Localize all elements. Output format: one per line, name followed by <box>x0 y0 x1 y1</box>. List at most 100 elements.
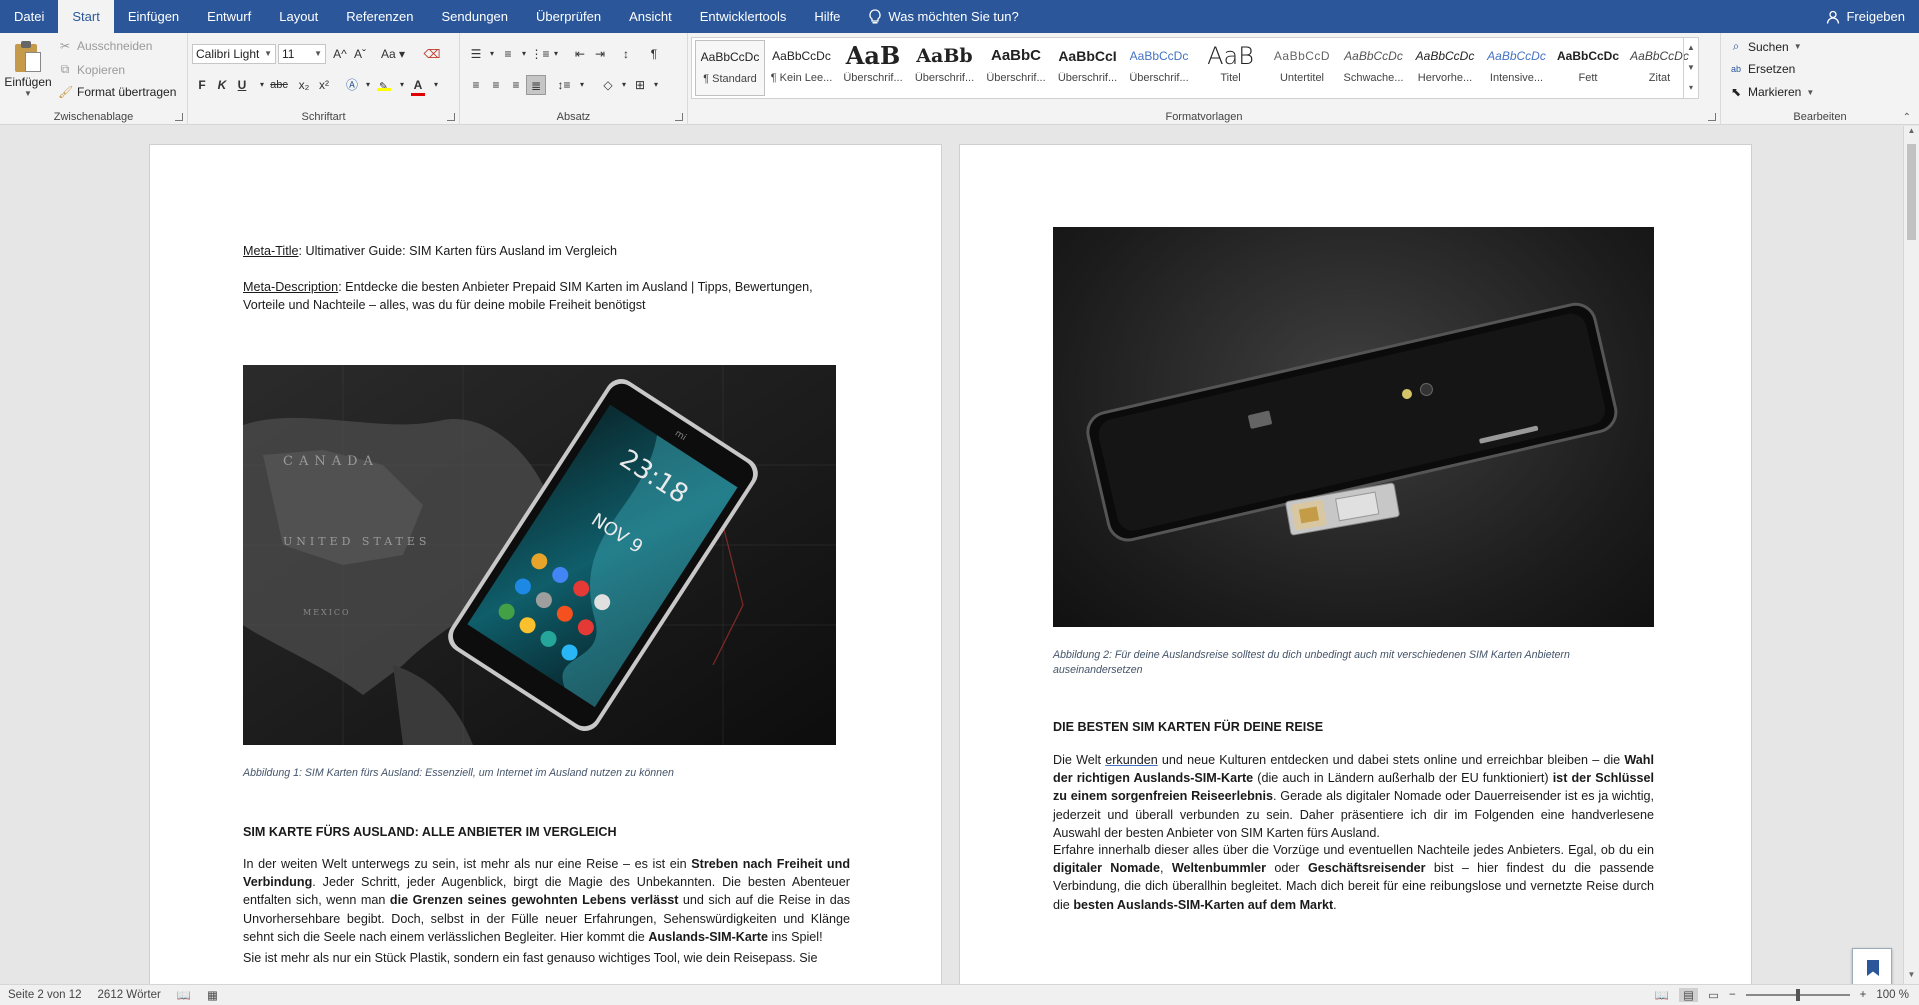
zoom-in-button[interactable]: + <box>1860 989 1867 1001</box>
menu-tab-6[interactable]: Sendungen <box>428 0 523 33</box>
find-dropdown-icon[interactable]: ▼ <box>1794 42 1802 51</box>
paragraph-intro[interactable]: In der weiten Welt unterwegs zu sein, is… <box>243 855 850 946</box>
chevron-down-icon[interactable]: ▼ <box>1684 58 1698 78</box>
paragraph-experience[interactable]: Erfahre innerhalb dieser alles über die … <box>1053 841 1654 914</box>
clipboard-launcher-icon[interactable] <box>175 113 183 121</box>
font-family-select[interactable]: Calibri Light ▼ <box>192 44 276 64</box>
align-right-icon[interactable]: ≡ <box>506 75 526 95</box>
bookmark-button[interactable] <box>1852 948 1892 988</box>
style-item[interactable]: AaBbCcDc Schwache... <box>1339 40 1409 96</box>
styles-launcher-icon[interactable] <box>1708 113 1716 121</box>
font-launcher-icon[interactable] <box>447 113 455 121</box>
style-item[interactable]: AaB Titel <box>1196 40 1266 96</box>
chevron-up-icon[interactable]: ▲ <box>1684 38 1698 58</box>
menu-tab-9[interactable]: Entwicklertools <box>686 0 801 33</box>
menu-tab-7[interactable]: Überprüfen <box>522 0 615 33</box>
zoom-slider[interactable] <box>1745 989 1850 1001</box>
line-spacing-icon[interactable]: ↕≡ <box>554 75 574 95</box>
menu-tab-2[interactable]: Einfügen <box>114 0 193 33</box>
style-item[interactable]: AaB Überschrif... <box>838 40 908 96</box>
shrink-font-button[interactable]: Aˇ <box>350 44 370 64</box>
multilevel-dropdown-icon[interactable]: ▾ <box>546 44 566 64</box>
cut-button[interactable]: ✂ Ausschneiden <box>58 39 152 53</box>
style-name: Überschrif... <box>914 72 975 84</box>
collapse-ribbon-icon[interactable]: ⌃ <box>1903 112 1911 123</box>
subscript-button[interactable]: x₂ <box>294 75 314 95</box>
underline-button[interactable]: U <box>232 75 252 95</box>
read-mode-icon[interactable]: 📖 <box>1655 988 1669 1002</box>
style-item[interactable]: AaBbC Überschrif... <box>981 40 1051 96</box>
style-item[interactable]: AaBbCcDc ¶ Kein Lee... <box>767 40 837 96</box>
scroll-down-icon[interactable]: ▼ <box>1904 970 1919 984</box>
menu-tab-1[interactable]: Start <box>58 0 114 33</box>
strikethrough-button[interactable]: abc <box>266 75 292 95</box>
style-item[interactable]: AaBbCcI Überschrif... <box>1053 40 1123 96</box>
font-size-select[interactable]: 11 ▼ <box>278 44 326 64</box>
share-button[interactable]: Freigeben <box>1826 0 1905 33</box>
style-item[interactable]: AaBbCcDc Intensive... <box>1482 40 1552 96</box>
superscript-button[interactable]: x² <box>314 75 334 95</box>
menu-tab-10[interactable]: Hilfe <box>800 0 854 33</box>
sort-icon[interactable]: ↕ <box>616 44 636 64</box>
paragraph-intro-2[interactable]: Sie ist mehr als nur ein Stück Plastik, … <box>243 949 850 967</box>
align-center-icon[interactable]: ≡ <box>486 75 506 95</box>
menu-tab-5[interactable]: Referenzen <box>332 0 427 33</box>
style-item[interactable]: AaBbCcDc Fett <box>1553 40 1623 96</box>
font-color-icon[interactable]: A <box>408 75 428 96</box>
select-button[interactable]: ⬉ Markieren ▼ <box>1729 85 1814 99</box>
grow-font-button[interactable]: A^ <box>330 44 350 64</box>
phone-map-image[interactable]: CANADA UNITED STATES MEXICO COLOMBIA mi … <box>243 365 836 745</box>
scroll-thumb[interactable] <box>1907 144 1916 240</box>
more-styles-icon[interactable]: ▾ <box>1684 78 1698 98</box>
increase-indent-icon[interactable]: ⇥ <box>590 44 610 64</box>
meta-title-paragraph[interactable]: Meta-Title: Ultimativer Guide: SIM Karte… <box>243 242 850 260</box>
tell-me-box[interactable]: Was möchten Sie tun? <box>854 8 1019 25</box>
select-dropdown-icon[interactable]: ▼ <box>1806 88 1814 97</box>
heading-best-sim-cards: Die besten SIM Karten für deine Reise <box>1053 720 1324 734</box>
paragraph-world[interactable]: Die Welt erkunden und neue Kulturen entd… <box>1053 751 1654 842</box>
menu-tab-0[interactable]: Datei <box>0 0 58 33</box>
decrease-indent-icon[interactable]: ⇤ <box>570 44 590 64</box>
replace-button[interactable]: ab Ersetzen <box>1729 62 1795 76</box>
menu-tab-3[interactable]: Entwurf <box>193 0 265 33</box>
line-spacing-dropdown-icon[interactable]: ▾ <box>572 75 592 95</box>
word-count[interactable]: 2612 Wörter <box>90 989 169 1001</box>
print-layout-icon[interactable]: ▤ <box>1679 988 1699 1002</box>
style-item[interactable]: AaBbCcDc ¶ Standard <box>695 40 765 96</box>
menu-tab-8[interactable]: Ansicht <box>615 0 686 33</box>
pilcrow-icon[interactable]: ¶ <box>644 44 664 64</box>
zoom-level[interactable]: 100 % <box>1876 989 1909 1001</box>
phone-sim-tray-image[interactable] <box>1053 227 1654 627</box>
justify-icon[interactable]: ≣ <box>526 75 546 95</box>
italic-button[interactable]: K <box>212 75 232 95</box>
zoom-out-button[interactable]: − <box>1729 989 1736 1001</box>
highlight-icon[interactable]: ✎ <box>374 75 394 95</box>
copy-button[interactable]: ⧉ Kopieren <box>58 62 125 77</box>
meta-description-paragraph[interactable]: Meta-Description: Entdecke die besten An… <box>243 278 850 314</box>
clear-format-icon[interactable]: ⌫ <box>422 44 442 64</box>
style-item[interactable]: AaBb Überschrif... <box>910 40 980 96</box>
paragraph-launcher-icon[interactable] <box>675 113 683 121</box>
caption-figure-2: Abbildung 2: Für deine Auslandsreise sol… <box>1053 649 1570 676</box>
vertical-scrollbar[interactable]: ▲ ▼ <box>1903 126 1919 984</box>
borders-dropdown-icon[interactable]: ▾ <box>646 75 666 95</box>
paste-dropdown-icon[interactable]: ▼ <box>4 89 52 98</box>
style-item[interactable]: AaBbCcDc Hervorhe... <box>1410 40 1480 96</box>
macro-record-icon[interactable]: ▦ <box>199 988 226 1002</box>
web-layout-icon[interactable]: ▭ <box>1708 988 1719 1002</box>
paste-button[interactable]: Einfügen ▼ <box>4 38 52 108</box>
font-color-dropdown-icon[interactable]: ▾ <box>426 75 446 95</box>
style-item[interactable]: AaBbCcD Untertitel <box>1267 40 1337 96</box>
bold-button[interactable]: F <box>192 75 212 95</box>
proofing-icon[interactable]: 📖 <box>169 988 199 1002</box>
scroll-up-icon[interactable]: ▲ <box>1904 126 1919 140</box>
page-count[interactable]: Seite 2 von 12 <box>0 989 90 1001</box>
style-item[interactable]: AaBbCcDc Überschrif... <box>1124 40 1194 96</box>
find-button[interactable]: ⌕ Suchen ▼ <box>1729 39 1802 54</box>
align-left-icon[interactable]: ≡ <box>466 75 486 95</box>
zoom-slider-thumb[interactable] <box>1795 989 1800 1001</box>
format-painter-button[interactable]: 🖌 Format übertragen <box>58 85 176 99</box>
style-sample: AaBbCcDc <box>700 50 760 64</box>
change-case-button[interactable]: Aa ▾ <box>378 44 408 64</box>
menu-tab-4[interactable]: Layout <box>265 0 332 33</box>
